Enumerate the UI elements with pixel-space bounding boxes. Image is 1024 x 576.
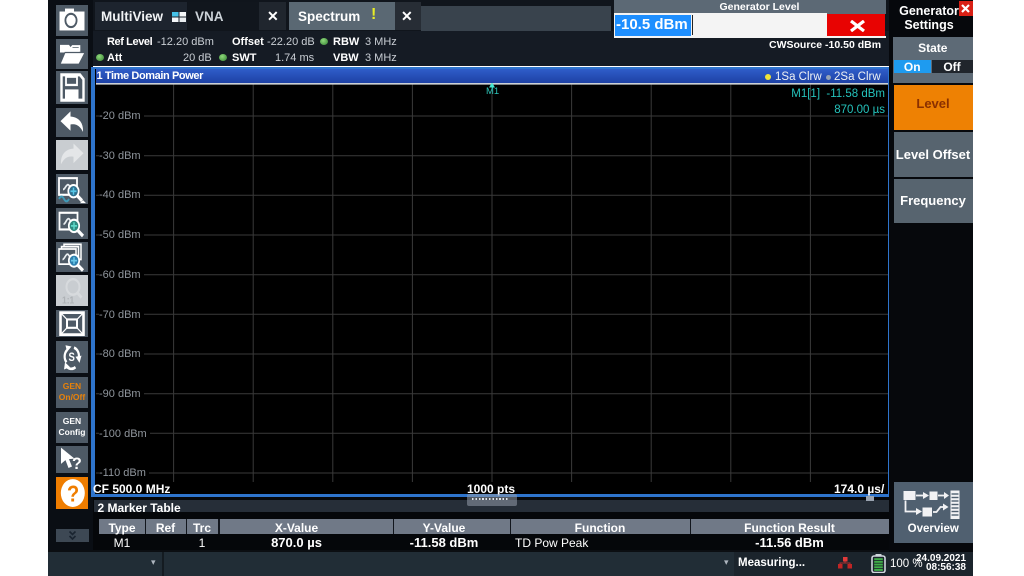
svg-text:?: ? — [67, 480, 79, 507]
svg-text:S: S — [69, 352, 75, 365]
svg-text:1:1: 1:1 — [62, 295, 74, 306]
svg-text:?: ? — [72, 455, 82, 473]
